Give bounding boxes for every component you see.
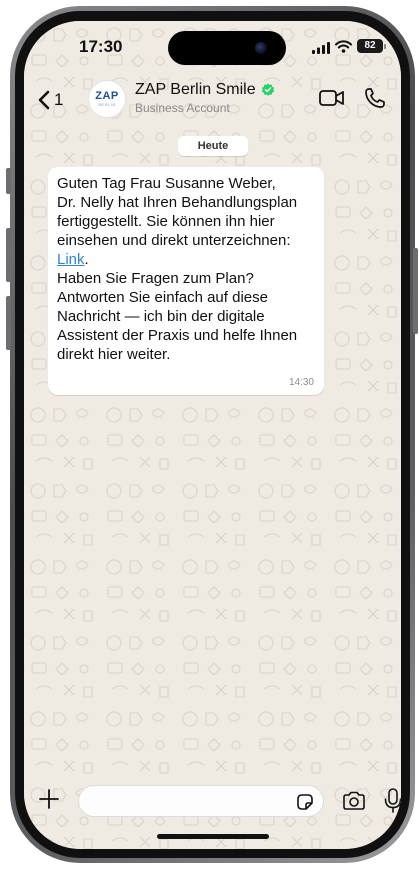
date-separator: Heute [178,136,248,156]
home-indicator[interactable] [157,834,269,839]
status-time: 17:30 [79,37,123,56]
dynamic-island [168,31,286,65]
plus-icon[interactable] [37,787,61,811]
volume-up-button [6,228,11,282]
contact-name: ZAP Berlin Smile [135,81,256,98]
back-button[interactable]: 1 [38,85,63,115]
wifi-icon [335,40,352,53]
phone-icon[interactable] [364,87,386,109]
plan-link[interactable]: Link [57,251,85,268]
action-button [6,168,11,194]
volume-down-button [6,296,11,350]
phone-screen: 17:30 82 1 ZAP BERLIN ZAP Berlin Smile B… [24,21,401,849]
chevron-left-icon [38,90,50,110]
front-camera-icon [255,42,267,54]
microphone-icon[interactable] [384,788,401,814]
cellular-signal-icon [312,42,330,54]
avatar-logo-subtext: BERLIN [98,102,116,107]
chat-header: 1 ZAP BERLIN ZAP Berlin Smile Business A… [24,73,401,139]
message-text: Guten Tag Frau Susanne Weber, Dr. Nelly … [57,174,315,364]
battery-icon: 82 [357,39,383,53]
status-bar: 17:30 82 [24,21,401,73]
message-composer [24,783,401,819]
sticker-icon[interactable] [295,792,315,812]
video-camera-icon[interactable] [319,89,345,107]
message-timestamp: 14:30 [288,377,314,388]
avatar-logo: ZAP [95,90,119,102]
message-text-part: Guten Tag Frau Susanne Weber, Dr. Nelly … [57,175,298,249]
camera-icon[interactable] [342,791,366,811]
unread-count: 1 [54,90,64,109]
incoming-message-bubble[interactable]: Guten Tag Frau Susanne Weber, Dr. Nelly … [48,167,324,395]
message-text-part: . Haben Sie Fragen zum Plan? Antworten S… [57,251,298,363]
verified-badge-icon [261,83,274,96]
message-input[interactable] [78,785,324,817]
contact-subtitle: Business Account [135,101,230,115]
battery-tip [384,44,386,49]
contact-avatar[interactable]: ZAP BERLIN [88,80,126,118]
power-button [413,248,418,334]
contact-name-row[interactable]: ZAP Berlin Smile [135,81,275,99]
